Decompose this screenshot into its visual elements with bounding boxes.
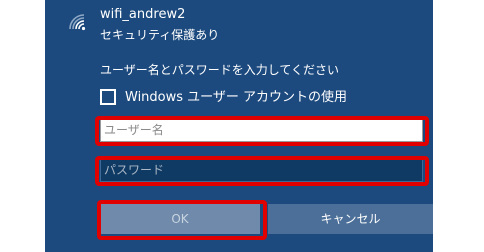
use-windows-account-label: Windows ユーザー アカウントの使用 (125, 90, 348, 105)
cancel-button[interactable]: キャンセル (268, 204, 433, 234)
wifi-connect-panel: wifi_andrew2 セキュリティ保護あり ユーザー名とパスワードを入力して… (45, 0, 433, 252)
security-status: セキュリティ保護あり (100, 28, 220, 42)
ok-button[interactable]: OK (100, 204, 260, 234)
network-name: wifi_andrew2 (100, 7, 186, 22)
password-input[interactable]: パスワード (100, 158, 423, 182)
wifi-signal-icon (69, 14, 86, 31)
credentials-prompt: ユーザー名とパスワードを入力してください (100, 63, 340, 77)
use-windows-account-checkbox[interactable] (100, 89, 116, 105)
username-input[interactable]: ユーザー名 (100, 118, 423, 142)
